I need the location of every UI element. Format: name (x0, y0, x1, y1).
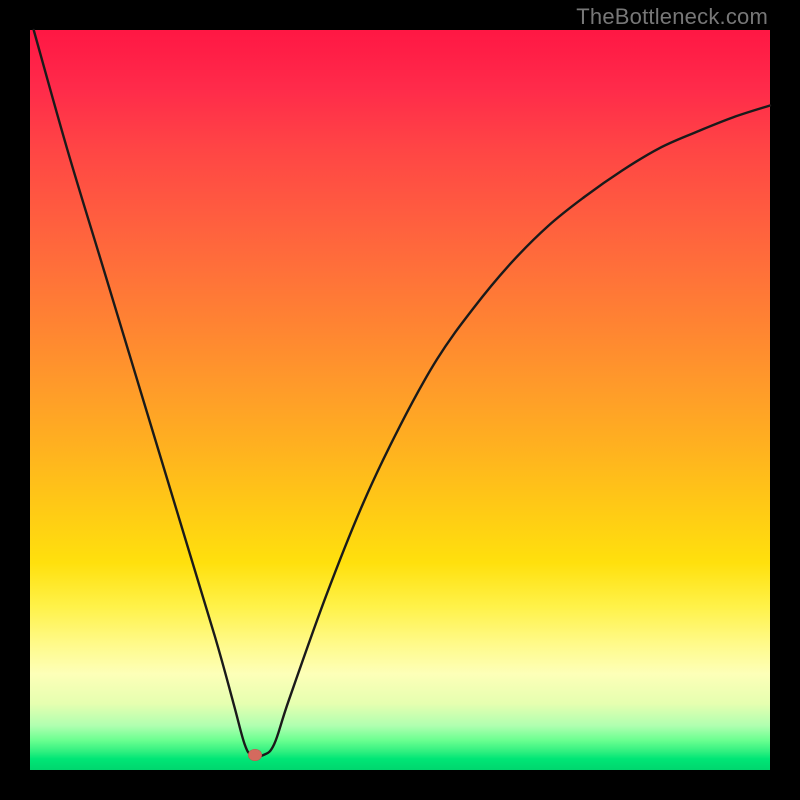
curve-svg (30, 30, 770, 770)
curve-minimum-dot (248, 749, 262, 761)
bottleneck-curve (34, 30, 770, 757)
plot-area (30, 30, 770, 770)
chart-frame: TheBottleneck.com (0, 0, 800, 800)
watermark-text: TheBottleneck.com (576, 4, 768, 30)
